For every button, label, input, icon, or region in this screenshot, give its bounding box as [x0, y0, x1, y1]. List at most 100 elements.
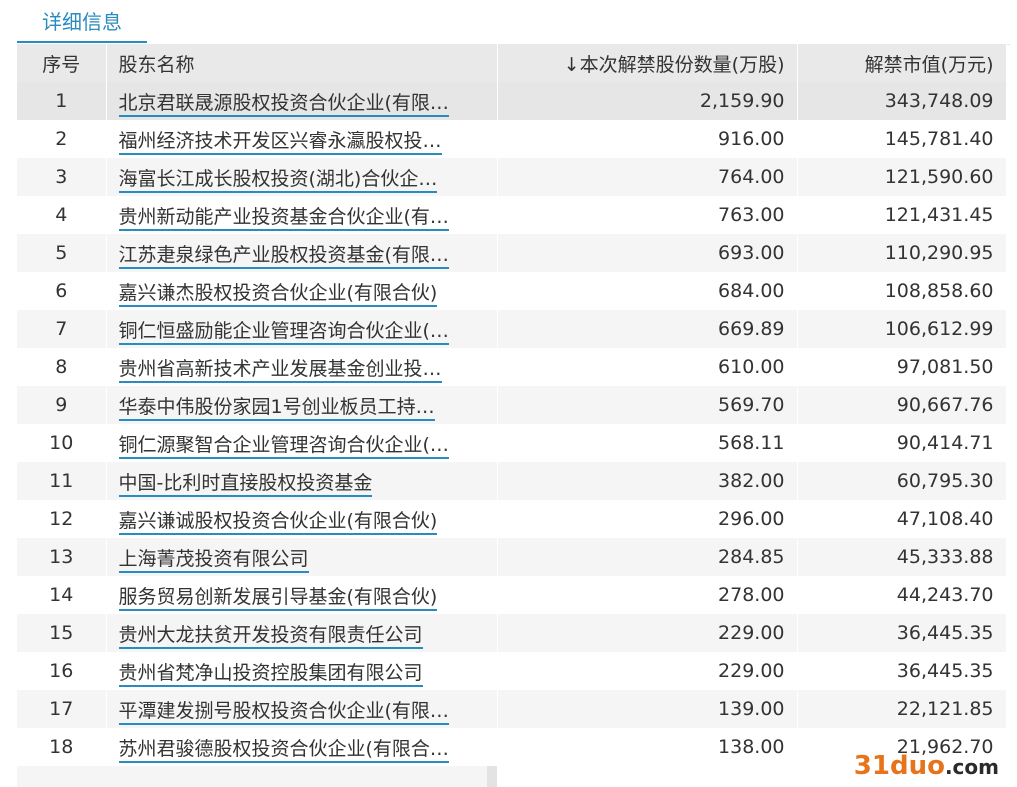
header-unlock-quantity[interactable]: ↓本次解禁股份数量(万股)	[497, 44, 798, 82]
row-unlock-market-value: 90,667.76	[797, 386, 1007, 424]
row-unlock-quantity: 916.00	[497, 120, 798, 158]
row-index: 10	[17, 424, 107, 462]
row-unlock-market-value: 97,081.50	[797, 348, 1007, 386]
row-index: 14	[17, 576, 107, 614]
row-unlock-market-value: 110,290.95	[797, 234, 1007, 272]
table-row[interactable]: 9 华泰中伟股份家园1号创业板员工持… 569.70 90,667.76	[17, 386, 1007, 424]
watermark-logo: 31duo.com	[853, 751, 999, 781]
row-index: 15	[17, 614, 107, 652]
row-shareholder-name: 中国-比利时直接股权投资基金	[106, 462, 498, 500]
row-unlock-quantity: 2,159.90	[497, 82, 798, 120]
row-shareholder-name: 贵州大龙扶贫开发投资有限责任公司	[106, 614, 498, 652]
row-unlock-quantity: 669.89	[497, 310, 798, 348]
table-header-row: 序号 股东名称 ↓本次解禁股份数量(万股) 解禁市值(万元)	[17, 44, 1007, 82]
shareholder-name-link[interactable]: 平潭建发捌号股权投资合伙企业(有限…	[118, 699, 449, 725]
row-unlock-quantity: 229.00	[497, 652, 798, 690]
row-unlock-quantity: 229.00	[497, 614, 798, 652]
row-shareholder-name: 华泰中伟股份家园1号创业板员工持…	[106, 386, 498, 424]
row-index: 7	[17, 310, 107, 348]
shareholder-name-link[interactable]: 服务贸易创新发展引导基金(有限合伙)	[118, 585, 438, 611]
table-row[interactable]: 13 上海菁茂投资有限公司 284.85 45,333.88	[17, 538, 1007, 576]
horizontal-scrollbar[interactable]	[17, 766, 497, 787]
table-row[interactable]: 2 福州经济技术开发区兴睿永瀛股权投… 916.00 145,781.40	[17, 120, 1007, 158]
shareholder-name-link[interactable]: 北京君联晟源股权投资合伙企业(有限…	[118, 91, 449, 117]
row-unlock-market-value: 36,445.35	[797, 652, 1007, 690]
shareholder-name-link[interactable]: 江苏疌泉绿色产业股权投资基金(有限…	[118, 243, 449, 269]
row-shareholder-name: 苏州君骏德股权投资合伙企业(有限合…	[106, 728, 498, 766]
table-row[interactable]: 1 北京君联晟源股权投资合伙企业(有限… 2,159.90 343,748.09	[17, 82, 1007, 120]
row-index: 6	[17, 272, 107, 310]
tab-details[interactable]: 详细信息	[17, 0, 147, 43]
row-index: 12	[17, 500, 107, 538]
row-unlock-market-value: 145,781.40	[797, 120, 1007, 158]
table-row[interactable]: 11 中国-比利时直接股权投资基金 382.00 60,795.30	[17, 462, 1007, 500]
unlock-shareholders-table: 序号 股东名称 ↓本次解禁股份数量(万股) 解禁市值(万元) 1 北京君联晟源股权…	[17, 44, 1007, 766]
shareholder-name-link[interactable]: 中国-比利时直接股权投资基金	[118, 471, 373, 497]
shareholder-name-link[interactable]: 福州经济技术开发区兴睿永瀛股权投…	[118, 129, 442, 155]
table-row[interactable]: 17 平潭建发捌号股权投资合伙企业(有限… 139.00 22,121.85	[17, 690, 1007, 728]
row-unlock-quantity: 569.70	[497, 386, 798, 424]
row-unlock-quantity: 139.00	[497, 690, 798, 728]
row-unlock-quantity: 382.00	[497, 462, 798, 500]
table-row[interactable]: 15 贵州大龙扶贫开发投资有限责任公司 229.00 36,445.35	[17, 614, 1007, 652]
table-row[interactable]: 12 嘉兴谦诚股权投资合伙企业(有限合伙) 296.00 47,108.40	[17, 500, 1007, 538]
shareholder-name-link[interactable]: 嘉兴谦诚股权投资合伙企业(有限合伙)	[118, 509, 438, 535]
row-unlock-quantity: 138.00	[497, 728, 798, 766]
shareholder-name-link[interactable]: 嘉兴谦杰股权投资合伙企业(有限合伙)	[118, 281, 438, 307]
row-unlock-market-value: 47,108.40	[797, 500, 1007, 538]
row-unlock-quantity: 278.00	[497, 576, 798, 614]
shareholder-name-link[interactable]: 贵州大龙扶贫开发投资有限责任公司	[118, 623, 423, 649]
row-shareholder-name: 平潭建发捌号股权投资合伙企业(有限…	[106, 690, 498, 728]
row-shareholder-name: 铜仁源聚智合企业管理咨询合伙企业(…	[106, 424, 498, 462]
row-index: 5	[17, 234, 107, 272]
row-shareholder-name: 上海菁茂投资有限公司	[106, 538, 498, 576]
row-shareholder-name: 贵州省高新技术产业发展基金创业投…	[106, 348, 498, 386]
row-index: 18	[17, 728, 107, 766]
shareholder-name-link[interactable]: 苏州君骏德股权投资合伙企业(有限合…	[118, 737, 449, 763]
row-index: 1	[17, 82, 107, 120]
row-index: 4	[17, 196, 107, 234]
row-unlock-market-value: 36,445.35	[797, 614, 1007, 652]
row-unlock-quantity: 693.00	[497, 234, 798, 272]
table-row[interactable]: 5 江苏疌泉绿色产业股权投资基金(有限… 693.00 110,290.95	[17, 234, 1007, 272]
table-row[interactable]: 3 海富长江成长股权投资(湖北)合伙企… 764.00 121,590.60	[17, 158, 1007, 196]
row-unlock-market-value: 343,748.09	[797, 82, 1007, 120]
shareholder-name-link[interactable]: 贵州省梵净山投资控股集团有限公司	[118, 661, 423, 687]
row-shareholder-name: 北京君联晟源股权投资合伙企业(有限…	[106, 82, 498, 120]
header-shareholder-name[interactable]: 股东名称	[106, 44, 498, 82]
table-row[interactable]: 7 铜仁恒盛励能企业管理咨询合伙企业(… 669.89 106,612.99	[17, 310, 1007, 348]
header-index[interactable]: 序号	[17, 44, 107, 82]
row-shareholder-name: 服务贸易创新发展引导基金(有限合伙)	[106, 576, 498, 614]
table-row[interactable]: 16 贵州省梵净山投资控股集团有限公司 229.00 36,445.35	[17, 652, 1007, 690]
shareholder-name-link[interactable]: 海富长江成长股权投资(湖北)合伙企…	[118, 167, 438, 193]
row-shareholder-name: 贵州新动能产业投资基金合伙企业(有…	[106, 196, 498, 234]
shareholder-name-link[interactable]: 上海菁茂投资有限公司	[118, 547, 309, 573]
row-unlock-market-value: 45,333.88	[797, 538, 1007, 576]
row-index: 17	[17, 690, 107, 728]
row-index: 13	[17, 538, 107, 576]
row-unlock-quantity: 284.85	[497, 538, 798, 576]
table-row[interactable]: 4 贵州新动能产业投资基金合伙企业(有… 763.00 121,431.45	[17, 196, 1007, 234]
row-index: 16	[17, 652, 107, 690]
shareholder-name-link[interactable]: 贵州新动能产业投资基金合伙企业(有…	[118, 205, 449, 231]
row-shareholder-name: 嘉兴谦诚股权投资合伙企业(有限合伙)	[106, 500, 498, 538]
row-shareholder-name: 福州经济技术开发区兴睿永瀛股权投…	[106, 120, 498, 158]
table-row[interactable]: 10 铜仁源聚智合企业管理咨询合伙企业(… 568.11 90,414.71	[17, 424, 1007, 462]
row-unlock-market-value: 108,858.60	[797, 272, 1007, 310]
shareholder-name-link[interactable]: 铜仁源聚智合企业管理咨询合伙企业(…	[118, 433, 449, 459]
table-row[interactable]: 14 服务贸易创新发展引导基金(有限合伙) 278.00 44,243.70	[17, 576, 1007, 614]
row-index: 9	[17, 386, 107, 424]
row-unlock-quantity: 764.00	[497, 158, 798, 196]
shareholder-name-link[interactable]: 贵州省高新技术产业发展基金创业投…	[118, 357, 442, 383]
shareholder-name-link[interactable]: 华泰中伟股份家园1号创业板员工持…	[118, 395, 435, 421]
table-row[interactable]: 8 贵州省高新技术产业发展基金创业投… 610.00 97,081.50	[17, 348, 1007, 386]
shareholder-name-link[interactable]: 铜仁恒盛励能企业管理咨询合伙企业(…	[118, 319, 449, 345]
row-index: 2	[17, 120, 107, 158]
row-unlock-quantity: 684.00	[497, 272, 798, 310]
row-unlock-quantity: 296.00	[497, 500, 798, 538]
table-row[interactable]: 6 嘉兴谦杰股权投资合伙企业(有限合伙) 684.00 108,858.60	[17, 272, 1007, 310]
row-index: 8	[17, 348, 107, 386]
header-unlock-market-value[interactable]: 解禁市值(万元)	[797, 44, 1007, 82]
scrollbar-thumb[interactable]	[487, 766, 497, 787]
row-unlock-market-value: 121,590.60	[797, 158, 1007, 196]
